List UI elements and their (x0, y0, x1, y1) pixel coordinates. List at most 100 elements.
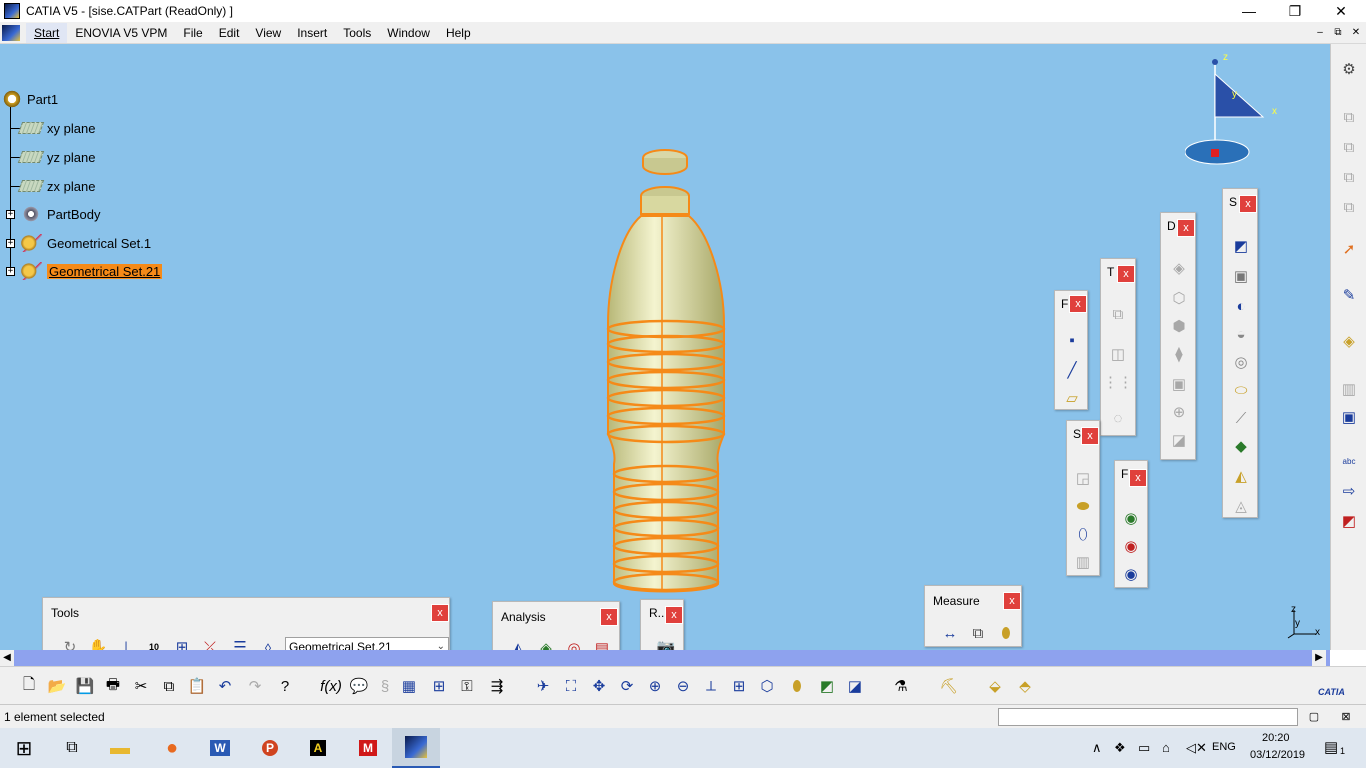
connect-analysis-icon[interactable]: ▤ (591, 637, 613, 650)
pan-icon[interactable]: ✥ (588, 675, 610, 697)
copy-icon[interactable]: ⧉ (158, 675, 180, 697)
toolbar-close-button[interactable]: x (1003, 592, 1021, 610)
measure-between-icon[interactable]: ↔ (939, 622, 961, 644)
toolbar-tools[interactable]: Tools x ↻ ✋ ⊥ 10 ⊞ ⤫ ☰ ⬨ Geometrical Set… (42, 597, 450, 650)
word-icon[interactable]: W (196, 728, 244, 768)
menu-help[interactable]: Help (438, 23, 479, 43)
undo-icon[interactable]: ↶ (214, 675, 236, 697)
tray-chevron-icon[interactable]: ∧ (1092, 740, 1102, 756)
toolbar-analysis[interactable]: Analysis x ◭ ◈ ◎ ▤ (492, 601, 620, 650)
knowledge-icon[interactable]: 💬 (348, 675, 370, 697)
slot-icon[interactable]: ⟋ (1230, 407, 1252, 429)
layer-icon[interactable]: ⬙ (984, 675, 1006, 697)
remove-face-icon[interactable]: ◪ (1168, 429, 1190, 451)
measure-tool-icon[interactable]: ⛏ (938, 675, 960, 697)
reference-icon[interactable]: ▣ (1338, 406, 1360, 428)
close-button[interactable]: ✕ (1318, 0, 1364, 22)
tree-item-geometrical-set-21[interactable]: Geometrical Set.21 (20, 261, 163, 281)
battery-icon[interactable]: ▭ (1138, 740, 1150, 756)
hide-show-icon[interactable]: ◩ (816, 675, 838, 697)
doc-restore-button[interactable]: ⧉ (1329, 25, 1347, 41)
doc-close-button[interactable]: ✕ (1347, 25, 1365, 41)
catia-task-icon[interactable] (392, 728, 440, 768)
expand-geoset1-icon[interactable]: + (6, 239, 15, 248)
toolbar-close-button[interactable]: x (600, 608, 618, 626)
toolbar-render[interactable]: R.. x 📷 (640, 599, 684, 650)
tree-item-geometrical-set-1[interactable]: Geometrical Set.1 (20, 233, 151, 253)
plane-tool-icon[interactable]: ▱ (1061, 387, 1083, 409)
toolbar-wireframe[interactable]: F x ▪ ╱ ▱ (1054, 290, 1088, 410)
file-explorer-icon[interactable]: ▬ (96, 728, 144, 768)
sketch-tool-icon[interactable]: ✎ (1338, 284, 1360, 306)
gear-icon[interactable]: ⚙ (1338, 58, 1360, 80)
clock-time[interactable]: 20:20 (1262, 732, 1290, 744)
redo-icon[interactable]: ↷ (244, 675, 266, 697)
maximize-button[interactable]: ❐ (1272, 0, 1318, 22)
multi-section-icon[interactable]: ◉ (1120, 535, 1142, 557)
multi-view-icon[interactable]: ⊞ (728, 675, 750, 697)
paste-icon[interactable]: 📋 (186, 675, 208, 697)
scroll-right-icon[interactable]: ▶ (1312, 650, 1326, 666)
bottle-model[interactable] (600, 144, 750, 594)
groove-icon[interactable]: ◒ (1230, 323, 1252, 345)
scale-icon[interactable]: ◌ (1107, 407, 1129, 429)
toolbar-close-button[interactable]: x (665, 606, 683, 624)
task-view-icon[interactable]: ⧉ (48, 728, 96, 768)
command-input[interactable] (998, 708, 1298, 726)
toolbar-close-button[interactable]: x (1117, 265, 1135, 283)
toolbar-fill[interactable]: F x ◉ ◉ ◉ (1114, 460, 1148, 588)
remove-loft-icon[interactable]: ◬ (1230, 495, 1252, 517)
windows-start-icon[interactable]: ⊞ (0, 728, 48, 768)
point-icon[interactable]: ▪ (1061, 329, 1083, 351)
measure-item-icon[interactable]: ⧉ (967, 622, 989, 644)
toolbar-close-button[interactable]: x (1129, 469, 1147, 487)
tree-item-xy-plane[interactable]: xy plane (17, 118, 95, 138)
3d-annotation-icon[interactable]: ◩ (1338, 510, 1360, 532)
curvature-analysis-icon[interactable]: ◈ (535, 637, 557, 650)
select-arrow-icon[interactable]: ➚ (1338, 238, 1360, 260)
toolbar-close-button[interactable]: x (1069, 295, 1087, 313)
shading-icon[interactable]: ⬮ (786, 675, 808, 697)
cut-icon[interactable]: ✂ (130, 675, 152, 697)
menu-insert[interactable]: Insert (289, 23, 335, 43)
dimension-icon[interactable]: 10 (143, 636, 165, 650)
fly-mode-icon[interactable]: ✈ (532, 675, 554, 697)
update-icon[interactable]: ↻ (59, 636, 81, 650)
apply-material-icon[interactable]: ⚗ (890, 675, 912, 697)
expand-partbody-icon[interactable]: + (6, 210, 15, 219)
fillet-icon[interactable]: ◈ (1168, 257, 1190, 279)
zoom-in-icon[interactable]: ⊕ (644, 675, 666, 697)
chamfer-icon[interactable]: ⬡ (1168, 287, 1190, 309)
zoom-out-icon[interactable]: ⊖ (672, 675, 694, 697)
tree-item-zx-plane[interactable]: zx plane (17, 176, 95, 196)
firefox-icon[interactable]: ● (148, 728, 196, 768)
powerpoint-icon[interactable]: P (246, 728, 294, 768)
horizontal-scrollbar[interactable]: ◀ ▶ (0, 650, 1330, 666)
repeat-command-icon[interactable]: ⊠ (1336, 706, 1356, 726)
tree-item-partbody[interactable]: PartBody (20, 204, 100, 224)
tree-root[interactable]: Part1 (2, 89, 58, 109)
fit-all-icon[interactable]: ⛶ (560, 675, 582, 697)
archicad-icon[interactable]: A (294, 728, 342, 768)
list-icon[interactable]: ☰ (229, 636, 251, 650)
shell-icon[interactable]: ⧫ (1168, 343, 1190, 365)
swap-space-icon[interactable]: ◪ (844, 675, 866, 697)
save-icon[interactable]: 💾 (74, 675, 96, 697)
line-icon[interactable]: ╱ (1061, 359, 1083, 381)
catalog-icon[interactable]: ⊞ (428, 675, 450, 697)
expand-geoset21-icon[interactable]: + (6, 267, 15, 276)
thread-icon[interactable]: ⊕ (1168, 401, 1190, 423)
material-icon[interactable]: ⚿ (456, 675, 478, 697)
pad-icon[interactable]: ◩ (1230, 235, 1252, 257)
thread-analysis-icon[interactable]: ◎ (563, 637, 585, 650)
minimize-button[interactable]: — (1226, 0, 1272, 22)
loft-icon[interactable]: ◭ (1230, 465, 1252, 487)
menu-view[interactable]: View (247, 23, 289, 43)
pattern-icon[interactable]: ⋮⋮ (1103, 371, 1133, 393)
measure-inertia-icon[interactable]: ⬮ (995, 622, 1017, 644)
formula-icon[interactable]: f(x) (320, 675, 342, 697)
axis-system-icon[interactable]: ⊥ (115, 636, 137, 650)
start-icon[interactable] (2, 24, 20, 41)
menu-start[interactable]: Start (26, 22, 68, 43)
rotate-icon[interactable]: ⟳ (616, 675, 638, 697)
